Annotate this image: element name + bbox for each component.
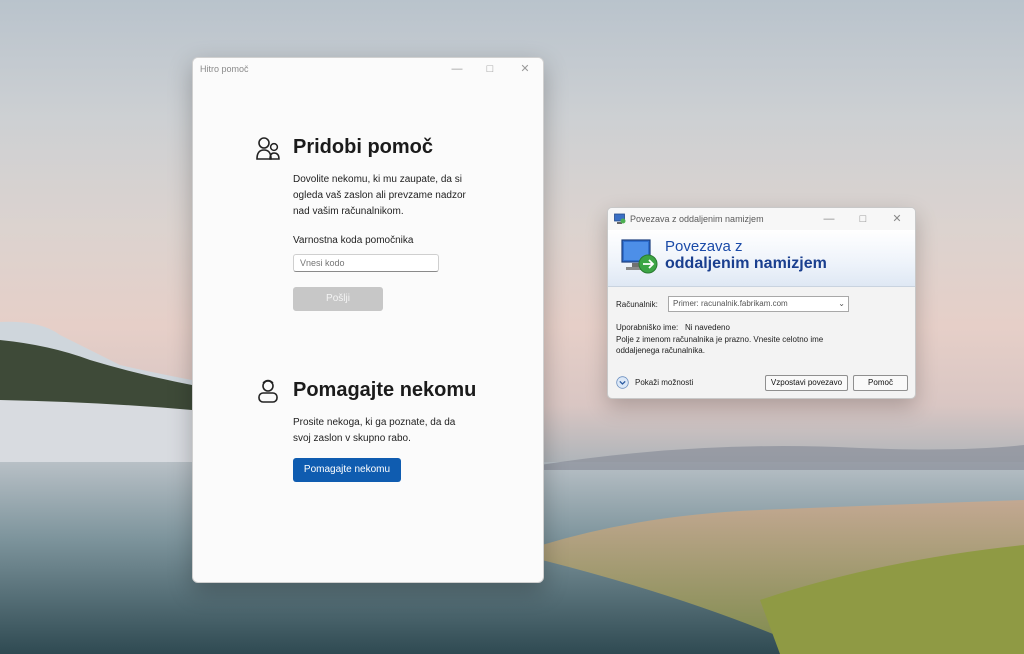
chevron-down-icon[interactable]: ⌄ <box>838 297 845 311</box>
remote-desktop-icon <box>621 239 658 274</box>
minimize-icon[interactable]: — <box>446 61 468 77</box>
username-label: Uporabniško ime: <box>616 323 679 332</box>
security-code-label: Varnostna koda pomočnika <box>293 235 414 246</box>
submit-button[interactable]: Pošlji <box>293 287 383 311</box>
get-help-heading: Pridobi pomoč <box>293 136 433 158</box>
people-icon <box>256 137 280 160</box>
get-help-description-line: nad vašim računalnikom. <box>293 206 404 217</box>
quick-assist-window: Hitro pomoč — □ ✕ Pridobi pomoč Dovolite… <box>192 57 544 583</box>
give-help-button[interactable]: Pomagajte nekomu <box>293 458 401 482</box>
banner-line-1: Povezava z <box>665 238 743 255</box>
chevron-down-circle-icon <box>616 376 629 389</box>
give-help-description-line: Prosite nekoga, ki ga poznate, da da <box>293 417 456 428</box>
title-bar[interactable]: Hitro pomoč — □ ✕ <box>193 58 543 80</box>
title-bar[interactable]: Povezava z oddaljenim namizjem — □ ✕ <box>608 208 915 230</box>
minimize-icon[interactable]: — <box>819 211 839 227</box>
help-button[interactable]: Pomoč <box>853 375 908 391</box>
window-title: Hitro pomoč <box>200 64 249 74</box>
show-options-label: Pokaži možnosti <box>635 378 694 387</box>
security-code-input[interactable] <box>293 254 439 272</box>
status-message-line: Polje z imenom računalnika je prazno. Vn… <box>616 335 824 344</box>
computer-label: Računalnik: <box>616 300 658 309</box>
status-message-line: oddaljenega računalnika. <box>616 346 705 355</box>
person-support-icon <box>258 379 278 403</box>
maximize-icon[interactable]: □ <box>479 61 501 77</box>
close-icon[interactable]: ✕ <box>887 211 907 227</box>
remote-desktop-icon <box>614 213 626 224</box>
maximize-icon[interactable]: □ <box>853 211 873 227</box>
get-help-description-line: Dovolite nekomu, ki mu zaupate, da si <box>293 174 462 185</box>
close-icon[interactable]: ✕ <box>514 61 536 77</box>
give-help-description-line: svoj zaslon v skupno rabo. <box>293 433 411 444</box>
connect-button[interactable]: Vzpostavi povezavo <box>765 375 848 391</box>
username-value: Ni navedeno <box>685 323 730 332</box>
computer-value: Primer: racunalnik.fabrikam.com <box>673 299 788 308</box>
window-title: Povezava z oddaljenim namizjem <box>630 214 764 224</box>
remote-desktop-window: Povezava z oddaljenim namizjem — □ ✕ Pov… <box>607 207 916 399</box>
give-help-heading: Pomagajte nekomu <box>293 379 477 401</box>
rdp-banner: Povezava z oddaljenim namizjem <box>608 230 915 287</box>
get-help-description-line: ogleda vaš zaslon ali prevzame nadzor <box>293 190 466 201</box>
computer-combobox[interactable]: Primer: racunalnik.fabrikam.com ⌄ <box>668 296 849 312</box>
banner-line-2: oddaljenim namizjem <box>665 255 827 272</box>
